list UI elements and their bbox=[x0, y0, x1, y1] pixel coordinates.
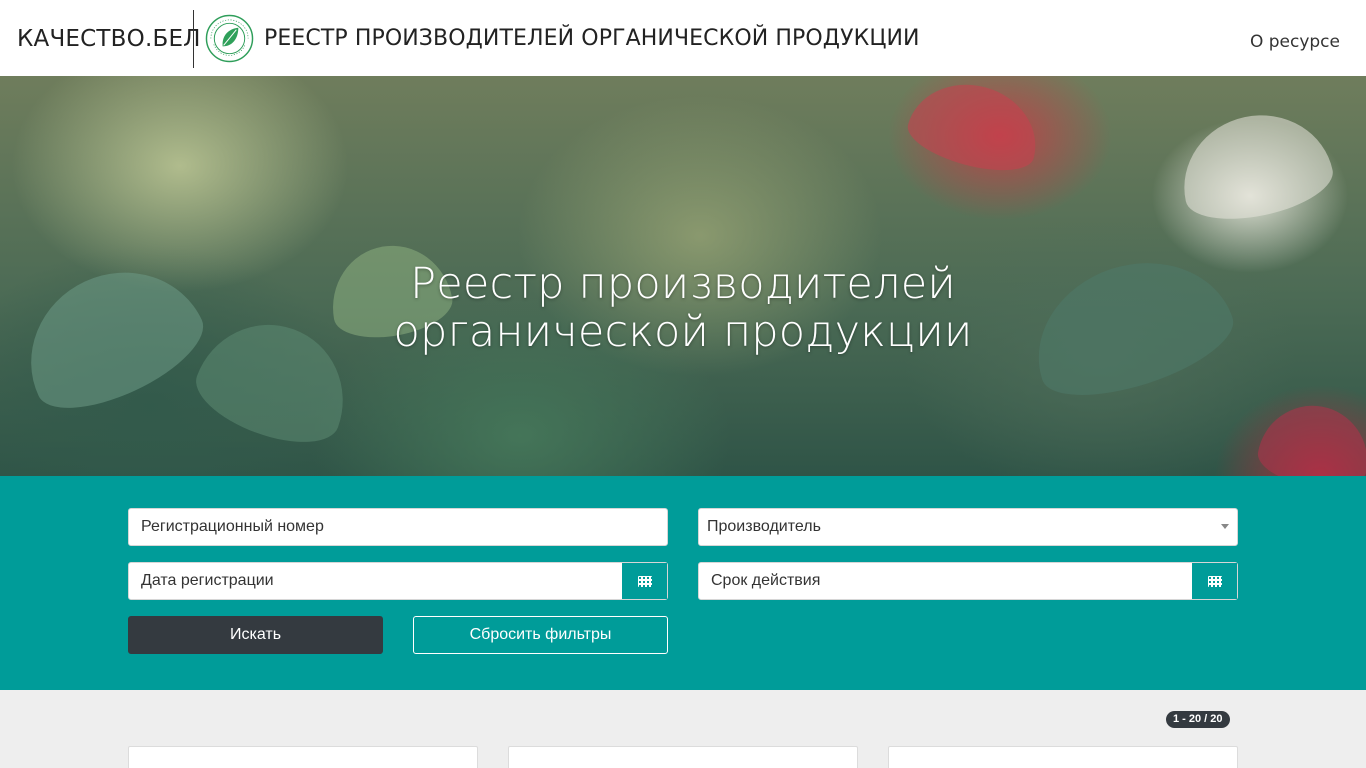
validity-input[interactable] bbox=[699, 563, 1191, 599]
hero-banner: Реестр производителей органической проду… bbox=[0, 76, 1366, 476]
calendar-icon bbox=[1207, 575, 1223, 587]
reg-date-calendar-button[interactable] bbox=[621, 563, 667, 599]
reg-number-field bbox=[128, 508, 668, 546]
producer-select[interactable]: Производитель bbox=[698, 508, 1238, 546]
results-section: 1 - 20 / 20 bbox=[0, 690, 1366, 768]
header-divider bbox=[193, 10, 194, 68]
calendar-icon bbox=[637, 575, 653, 587]
hero-title: Реестр производителей органической проду… bbox=[0, 260, 1366, 356]
producer-select-value: Производитель bbox=[707, 518, 821, 535]
hero-decor-flower bbox=[1253, 397, 1366, 476]
validity-field bbox=[698, 562, 1238, 600]
validity-calendar-button[interactable] bbox=[1191, 563, 1237, 599]
hero-decor-flower bbox=[1171, 101, 1339, 231]
filter-panel: Производитель Искать Сбросить фильтры bbox=[0, 476, 1366, 690]
hero-title-line2: органической продукции bbox=[393, 307, 973, 357]
reset-filters-button[interactable]: Сбросить фильтры bbox=[413, 616, 668, 654]
site-header: КАЧЕСТВО.БЕЛ РЕЕСТР ПРОИЗВОДИТЕЛЕЙ ОРГАН… bbox=[0, 0, 1366, 76]
hero-decor-flower bbox=[901, 76, 1049, 182]
site-brand[interactable]: КАЧЕСТВО.БЕЛ bbox=[17, 26, 201, 52]
hero-title-line1: Реестр производителей bbox=[410, 259, 956, 309]
chevron-down-icon bbox=[1221, 524, 1229, 529]
reg-number-input[interactable] bbox=[129, 509, 667, 545]
producer-card[interactable] bbox=[888, 746, 1238, 768]
producer-card[interactable] bbox=[508, 746, 858, 768]
about-link[interactable]: О ресурсе bbox=[1250, 32, 1340, 52]
producer-card[interactable] bbox=[128, 746, 478, 768]
reg-date-input[interactable] bbox=[129, 563, 621, 599]
organic-logo-icon[interactable] bbox=[205, 14, 254, 63]
registry-title: РЕЕСТР ПРОИЗВОДИТЕЛЕЙ ОРГАНИЧЕСКОЙ ПРОДУ… bbox=[264, 26, 920, 51]
results-count-badge: 1 - 20 / 20 bbox=[1166, 711, 1230, 728]
search-button[interactable]: Искать bbox=[128, 616, 383, 654]
reg-date-field bbox=[128, 562, 668, 600]
